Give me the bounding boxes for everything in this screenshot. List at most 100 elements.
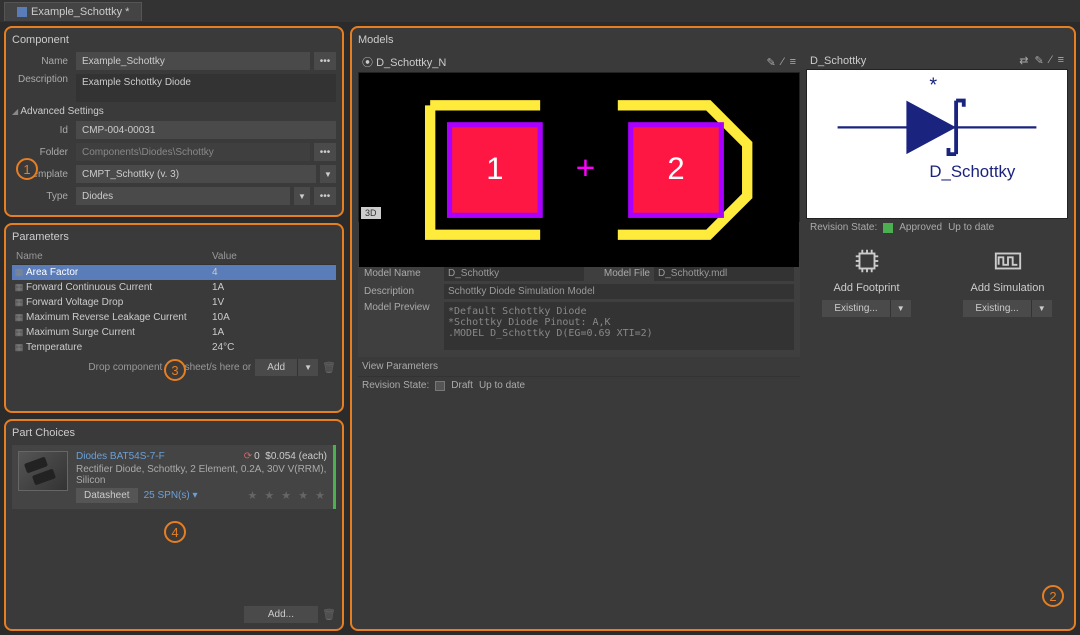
name-more-button[interactable]: ••• bbox=[314, 52, 336, 70]
type-dropdown-button[interactable]: ▼ bbox=[294, 187, 310, 205]
view-parameters-link[interactable]: View Parameters bbox=[358, 357, 800, 376]
add-footprint-button[interactable]: Existing... bbox=[822, 300, 889, 317]
parameters-table: Name Value ▦ Area Factor 4▦ Forward Cont… bbox=[12, 249, 336, 355]
description-input[interactable]: Example Schottky Diode bbox=[76, 74, 336, 102]
param-name: Forward Continuous Current bbox=[26, 282, 212, 293]
param-header-value[interactable]: Value bbox=[212, 251, 336, 262]
param-icon: ▦ bbox=[12, 342, 26, 353]
part-description: Rectifier Diode, Schottky, 2 Element, 0.… bbox=[76, 464, 327, 486]
description-label: Description bbox=[12, 74, 72, 85]
add-parameter-button[interactable]: Add bbox=[255, 359, 297, 376]
template-select[interactable] bbox=[76, 165, 316, 183]
svg-text:2: 2 bbox=[667, 151, 684, 186]
rating-stars[interactable]: ★ ★ ★ ★ ★ bbox=[247, 489, 327, 502]
folder-browse-button[interactable]: ••• bbox=[314, 143, 336, 161]
approved-icon bbox=[883, 223, 893, 233]
param-icon: ▦ bbox=[12, 312, 26, 323]
param-row[interactable]: ▦ Area Factor 4 bbox=[12, 265, 336, 280]
footprint-preview[interactable]: 1 2 + 3D bbox=[358, 72, 800, 222]
part-item[interactable]: Diodes BAT54S-7-F ⟳0 $0.054 (each) Recti… bbox=[12, 445, 336, 509]
menu-icon[interactable]: ≡ bbox=[790, 56, 796, 69]
add-simulation-dropdown[interactable]: ▼ bbox=[1031, 300, 1052, 317]
param-name: Forward Voltage Drop bbox=[26, 297, 212, 308]
param-row[interactable]: ▦ Maximum Surge Current 1A bbox=[12, 325, 336, 340]
models-panel: 2 Models ⦿ D_Schottky_N ✎ ⁄ ≡ bbox=[350, 26, 1076, 631]
type-label: Type bbox=[12, 191, 72, 202]
param-row[interactable]: ▦ Maximum Reverse Leakage Current 10A bbox=[12, 310, 336, 325]
param-value: 24°C bbox=[212, 342, 336, 353]
param-name: Area Factor bbox=[26, 267, 212, 278]
advanced-settings-header[interactable]: Advanced Settings bbox=[12, 106, 336, 117]
datasheet-button[interactable]: Datasheet bbox=[76, 488, 138, 503]
divider-icon: ⁄ bbox=[782, 56, 784, 69]
parameters-panel-title: Parameters bbox=[12, 229, 336, 245]
component-panel: 1 Component Name ••• Description Example… bbox=[4, 26, 344, 217]
add-simulation-button[interactable]: Existing... bbox=[963, 300, 1030, 317]
param-icon: ▦ bbox=[12, 282, 26, 293]
param-header-name[interactable]: Name bbox=[12, 251, 212, 262]
menu-icon[interactable]: ≡ bbox=[1058, 54, 1064, 67]
clock-icon: ⟳ bbox=[244, 451, 252, 462]
template-dropdown-button[interactable]: ▼ bbox=[320, 165, 336, 183]
component-panel-title: Component bbox=[12, 32, 336, 48]
model-preview-code: *Default Schottky Diode *Schottky Diode … bbox=[444, 302, 794, 350]
param-value: 1V bbox=[212, 297, 336, 308]
3d-badge[interactable]: 3D bbox=[361, 207, 381, 219]
param-value: 4 bbox=[212, 267, 336, 278]
model-preview-label: Model Preview bbox=[364, 302, 440, 313]
add-footprint-label: Add Footprint bbox=[833, 282, 899, 294]
svg-text:*: * bbox=[929, 74, 937, 96]
spn-link[interactable]: 25 SPN(s) ▾ bbox=[144, 490, 198, 501]
delete-parameter-icon[interactable]: 🗑 bbox=[322, 361, 336, 374]
annotation-3: 3 bbox=[164, 359, 186, 381]
model-file-input[interactable] bbox=[654, 266, 794, 281]
annotation-1: 1 bbox=[16, 158, 38, 180]
add-part-button[interactable]: Add... bbox=[244, 606, 318, 623]
edit-icon[interactable]: ✎ bbox=[1035, 54, 1044, 67]
chip-icon bbox=[852, 246, 882, 276]
sim-rev-status: Up to date bbox=[479, 380, 525, 391]
param-value: 1A bbox=[212, 327, 336, 338]
param-row[interactable]: ▦ Forward Voltage Drop 1V bbox=[12, 295, 336, 310]
part-link[interactable]: Diodes BAT54S-7-F bbox=[76, 451, 165, 462]
model-name-input[interactable] bbox=[444, 266, 584, 281]
tune-icon[interactable]: ⇄ bbox=[1019, 54, 1028, 67]
annotation-2: 2 bbox=[1042, 585, 1064, 607]
param-icon: ▦ bbox=[12, 267, 26, 278]
parameters-panel: 3 Parameters Name Value ▦ Area Factor 4▦… bbox=[4, 223, 344, 413]
document-tab[interactable]: Example_Schottky * bbox=[4, 2, 142, 21]
id-input[interactable] bbox=[76, 121, 336, 139]
param-row[interactable]: ▦ Temperature 24°C bbox=[12, 340, 336, 355]
add-parameter-dropdown[interactable]: ▼ bbox=[297, 359, 318, 376]
draft-icon bbox=[435, 381, 445, 391]
svg-text:+: + bbox=[576, 150, 596, 187]
tab-icon bbox=[17, 7, 27, 17]
sym-rev-status: Up to date bbox=[948, 222, 994, 233]
param-name: Maximum Surge Current bbox=[26, 327, 212, 338]
part-choices-title: Part Choices bbox=[12, 425, 336, 441]
sim-desc-input[interactable] bbox=[444, 284, 794, 299]
part-image bbox=[18, 451, 68, 491]
sim-desc-label: Description bbox=[364, 286, 440, 297]
type-more-button[interactable]: ••• bbox=[314, 187, 336, 205]
add-footprint-dropdown[interactable]: ▼ bbox=[890, 300, 911, 317]
type-select[interactable] bbox=[76, 187, 290, 205]
param-value: 1A bbox=[212, 282, 336, 293]
param-value: 10A bbox=[212, 312, 336, 323]
id-label: Id bbox=[12, 125, 72, 136]
sym-rev-label: Revision State: bbox=[810, 222, 877, 233]
tab-title: Example_Schottky * bbox=[31, 6, 129, 18]
add-simulation-label: Add Simulation bbox=[971, 282, 1045, 294]
name-label: Name bbox=[12, 56, 72, 67]
models-panel-title: Models bbox=[358, 32, 1068, 48]
edit-icon[interactable]: ✎ bbox=[767, 56, 776, 69]
param-name: Maximum Reverse Leakage Current bbox=[26, 312, 212, 323]
folder-input[interactable] bbox=[76, 143, 310, 161]
name-input[interactable] bbox=[76, 52, 310, 70]
param-row[interactable]: ▦ Forward Continuous Current 1A bbox=[12, 280, 336, 295]
symbol-preview[interactable]: * D_Schottky bbox=[806, 69, 1068, 219]
delete-part-icon[interactable]: 🗑 bbox=[322, 608, 336, 621]
tab-bar: Example_Schottky * bbox=[0, 0, 1080, 22]
param-icon: ▦ bbox=[12, 297, 26, 308]
add-footprint-block: Add Footprint Existing... ▼ bbox=[822, 246, 910, 317]
